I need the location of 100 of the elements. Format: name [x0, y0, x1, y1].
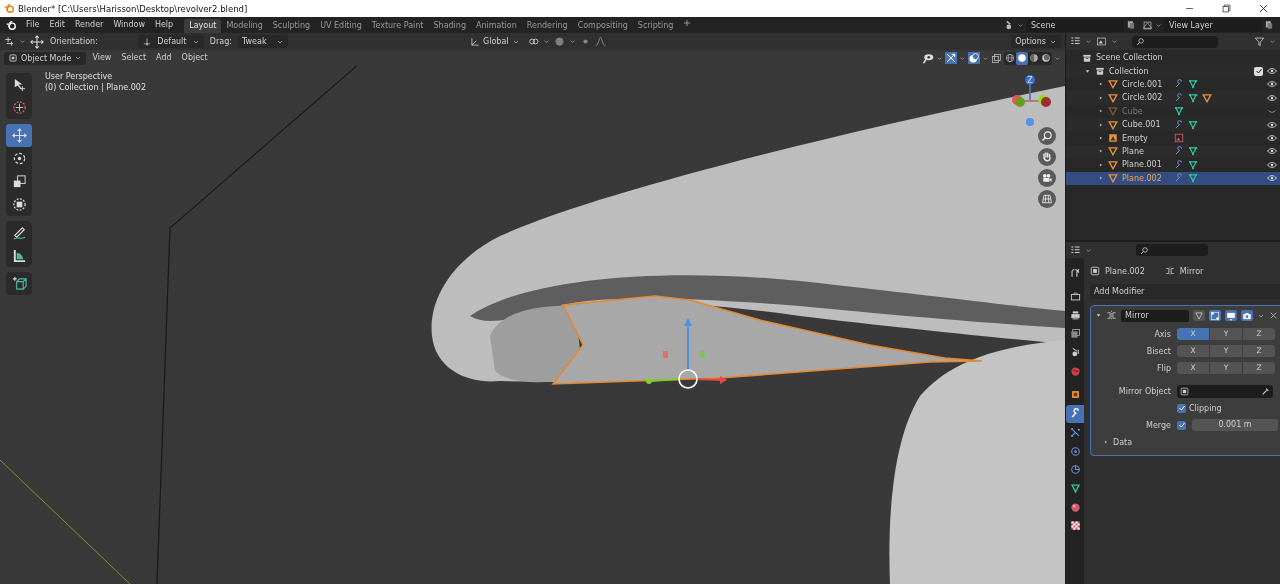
workspace-tab[interactable]: Animation [471, 19, 522, 33]
workspace-tab[interactable]: Sculpting [267, 19, 316, 33]
workspace-tab[interactable]: Layout [184, 19, 222, 33]
mesh-data-icon[interactable] [1188, 159, 1198, 170]
eye-icon[interactable] [1267, 119, 1277, 130]
options-dropdown[interactable]: Options [1011, 35, 1061, 48]
editor-type-icon[interactable] [1070, 36, 1081, 47]
menu-item[interactable]: Window [108, 17, 150, 33]
grid-snap-icon[interactable] [553, 36, 565, 47]
mesh-data-icon[interactable] [1188, 92, 1198, 103]
panel-header[interactable]: Data [1113, 437, 1133, 447]
workspace-tab[interactable]: Texture Paint [366, 19, 429, 33]
expand-arrow-icon[interactable] [1084, 67, 1091, 75]
eye-icon[interactable] [1267, 66, 1277, 77]
workspace-tab[interactable]: Scripting [632, 19, 679, 33]
menu-item[interactable]: View [88, 51, 116, 65]
overlay-icon[interactable] [968, 52, 980, 64]
image-icon[interactable] [1174, 133, 1184, 144]
search-field[interactable] [1132, 35, 1218, 48]
mesh-data-icon[interactable] [1188, 79, 1198, 90]
menu-item[interactable]: Help [149, 17, 179, 33]
outliner-item[interactable]: Cube.001 [1122, 120, 1170, 130]
navigation-gizmo[interactable]: Z [1005, 72, 1055, 128]
outliner-item[interactable]: Plane [1122, 146, 1170, 156]
eye-icon[interactable] [1267, 133, 1277, 144]
modifier-name-field[interactable]: Mirror [1121, 309, 1189, 322]
filter-icon[interactable] [1254, 36, 1265, 47]
triangle-icon [1108, 159, 1118, 170]
menu-item[interactable]: Select [117, 51, 151, 65]
view-layer-field[interactable]: View Layer [1164, 18, 1262, 32]
wrench-icon[interactable] [1174, 79, 1184, 90]
viewport-toggle[interactable] [1225, 310, 1237, 321]
copy-icon[interactable] [1126, 20, 1136, 30]
checkbox[interactable] [1177, 403, 1186, 413]
shading-button[interactable] [1040, 51, 1052, 65]
orientation-dropdown[interactable]: Default [137, 35, 204, 48]
workspace-tab[interactable]: Shading [428, 19, 471, 33]
scene-field[interactable]: Scene [1026, 18, 1124, 32]
eye-icon[interactable] [1267, 146, 1277, 157]
wrench-icon[interactable] [1174, 119, 1184, 130]
menu-item[interactable]: Edit [44, 17, 70, 33]
mesh-data-icon[interactable] [1174, 106, 1184, 117]
wrench-icon[interactable] [1174, 92, 1184, 103]
mirror-object-field[interactable] [1177, 384, 1273, 398]
eye-pointer-icon[interactable] [922, 52, 934, 64]
mesh-data-icon[interactable] [1188, 146, 1198, 157]
display-mode-icon[interactable] [1096, 36, 1107, 47]
falloff-curve-icon[interactable] [594, 36, 606, 47]
expand-arrow-icon[interactable] [1095, 312, 1102, 319]
menu-item[interactable]: Add [152, 51, 176, 65]
shading-button[interactable] [1004, 51, 1016, 65]
outliner-item[interactable]: Collection [1109, 66, 1149, 76]
eyedropper-icon[interactable] [1261, 386, 1270, 396]
outliner-item[interactable]: Scene Collection [1096, 53, 1163, 63]
layers-icon[interactable] [1142, 19, 1153, 31]
outliner-item[interactable]: Plane.002 [1122, 173, 1170, 183]
gizmo-icon[interactable] [945, 52, 957, 64]
edit-cage-toggle[interactable] [1209, 310, 1221, 321]
xray-icon[interactable] [991, 52, 1002, 64]
transform-icon[interactable] [4, 36, 15, 47]
eye-icon[interactable] [1267, 159, 1277, 170]
menu-item[interactable]: Object [177, 51, 212, 65]
eye-icon[interactable] [1267, 79, 1277, 90]
workspace-tab[interactable]: UV Editing [315, 19, 367, 33]
checkbox[interactable] [1177, 420, 1186, 430]
collapse-arrow-icon[interactable] [1103, 439, 1109, 445]
search-field[interactable] [1136, 244, 1208, 256]
edit-mode-toggle[interactable] [1193, 310, 1205, 321]
link-icon[interactable] [527, 36, 539, 47]
checkbox[interactable] [1254, 66, 1263, 76]
triangle-icon[interactable] [1202, 92, 1212, 103]
outliner-item[interactable]: Plane.001 [1122, 160, 1170, 170]
close-icon[interactable] [1269, 311, 1278, 320]
mesh-data-icon[interactable] [1188, 173, 1198, 184]
shading-button[interactable] [1016, 51, 1028, 65]
plus-icon[interactable] [682, 18, 693, 28]
editor-type-icon[interactable] [1070, 244, 1081, 256]
eye-icon[interactable] [1267, 173, 1277, 184]
eye-icon[interactable] [1267, 92, 1277, 103]
workspace-tab[interactable]: Modeling [221, 19, 268, 33]
outliner-item[interactable]: Empty [1122, 133, 1170, 143]
merge-distance-field[interactable]: 0.001 m [1192, 419, 1278, 431]
outliner-item[interactable]: Circle.001 [1122, 79, 1170, 89]
menu-item[interactable]: Render [69, 17, 109, 33]
wrench-icon[interactable] [1174, 159, 1184, 170]
mesh-data-icon[interactable] [1188, 119, 1198, 130]
wrench-icon[interactable] [1174, 146, 1184, 157]
render-toggle[interactable] [1241, 310, 1253, 321]
menu-item[interactable]: File [21, 17, 45, 33]
workspace-tab[interactable]: Compositing [572, 19, 633, 33]
chevron-icon [1085, 38, 1092, 45]
copy-icon[interactable] [1264, 20, 1274, 30]
outliner-item[interactable]: Circle.002 [1122, 93, 1170, 103]
drag-dropdown[interactable]: Tweak [238, 35, 288, 48]
mode-dropdown[interactable]: Object Mode [4, 51, 87, 65]
properties-tab[interactable] [1066, 404, 1084, 423]
workspace-tab[interactable]: Rendering [521, 19, 573, 33]
shading-button[interactable] [1028, 51, 1040, 65]
add-modifier-dropdown[interactable]: Add Modifier [1090, 284, 1280, 299]
transform-orientation-dropdown[interactable]: Global [466, 35, 524, 48]
